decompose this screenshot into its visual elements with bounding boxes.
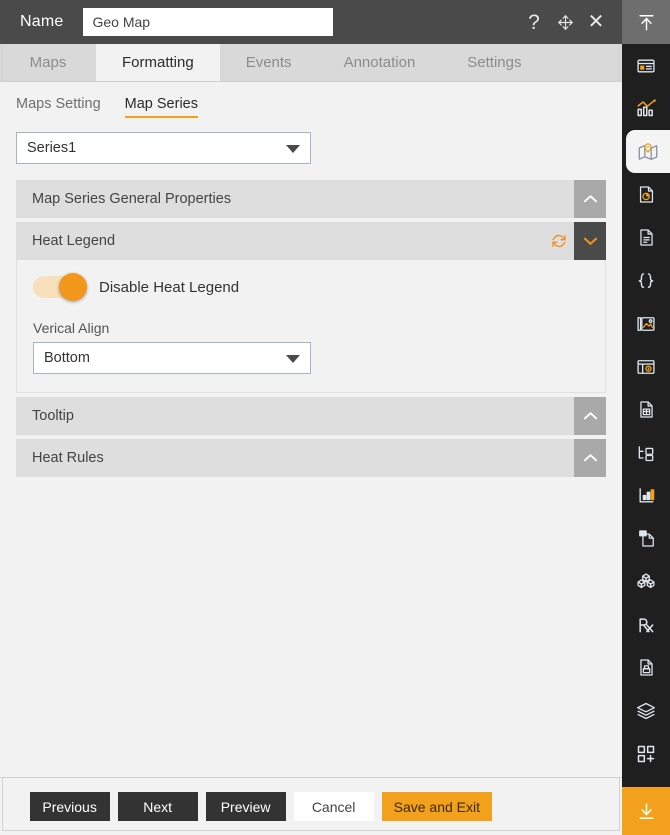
chevron-up-icon[interactable] [574, 397, 606, 435]
sidebar-item-bar-chart[interactable] [622, 474, 670, 517]
tab-maps[interactable]: Maps [0, 44, 96, 81]
accordion-title: Heat Legend [32, 233, 116, 249]
dialog-body: Maps Setting Map Series Series1 Map Seri… [0, 82, 622, 777]
caret-down-icon [286, 355, 300, 363]
sidebar-item-download[interactable] [622, 787, 670, 835]
accordion-heat-rules: Heat Rules [16, 439, 606, 477]
sidebar-item-image-gallery[interactable] [622, 302, 670, 345]
previous-button[interactable]: Previous [29, 792, 110, 821]
sidebar-item-pie-report[interactable] [622, 173, 670, 216]
dialog-titlebar: Name ? ✕ [0, 0, 622, 44]
tab-events[interactable]: Events [219, 44, 318, 81]
chevron-down-icon[interactable] [574, 222, 606, 260]
disable-heat-legend-label: Disable Heat Legend [99, 278, 240, 296]
tab-formatting[interactable]: Formatting [96, 44, 220, 81]
app-root: Name ? ✕ Maps Formatting Events Annotati… [0, 0, 670, 835]
accordion-title: Tooltip [32, 408, 74, 424]
accordion-title: Heat Rules [32, 450, 104, 466]
accordion-list: Map Series General Properties Heat Legen… [0, 164, 622, 477]
sidebar-item-card-layout[interactable] [622, 44, 670, 87]
sub-tabs: Maps Setting Map Series [0, 82, 622, 118]
accordion-header[interactable]: Map Series General Properties [16, 180, 606, 218]
preview-button[interactable]: Preview [205, 792, 286, 821]
sidebar-item-grid-document[interactable] [622, 388, 670, 431]
tab-filler [547, 44, 622, 81]
geo-map-dialog: Name ? ✕ Maps Formatting Events Annotati… [0, 0, 622, 835]
cancel-button[interactable]: Cancel [293, 792, 374, 821]
accordion-tools [574, 397, 606, 435]
accordion-tools [544, 222, 606, 260]
sidebar-item-save-document[interactable] [622, 646, 670, 689]
name-input[interactable] [83, 8, 334, 36]
heat-legend-panel: Disable Heat Legend Verical Align Bottom [16, 260, 606, 393]
sidebar-item-prescription-rx[interactable] [622, 603, 670, 646]
series-select-wrap: Series1 [0, 118, 622, 164]
toggle-knob [59, 273, 87, 301]
accordion-header[interactable]: Heat Rules [16, 439, 606, 477]
sidebar-item-dashboard-panel[interactable] [622, 345, 670, 388]
titlebar-actions: ? ✕ [524, 12, 610, 33]
close-icon[interactable]: ✕ [586, 12, 606, 32]
accordion-tools [574, 180, 606, 218]
sidebar-item-map-pin[interactable] [626, 130, 670, 173]
sidebar-item-add-widget[interactable] [622, 732, 670, 775]
chevron-up-icon[interactable] [574, 180, 606, 218]
tab-settings[interactable]: Settings [441, 44, 548, 81]
help-icon[interactable]: ? [524, 12, 544, 33]
chevron-up-icon[interactable] [574, 439, 606, 477]
series-select-value: Series1 [27, 140, 77, 156]
dialog-footer: Previous Next Preview Cancel Save and Ex… [0, 777, 622, 835]
refresh-icon[interactable] [544, 222, 574, 260]
tab-annotation[interactable]: Annotation [317, 44, 442, 81]
accordion-tooltip: Tooltip [16, 397, 606, 435]
accordion-header[interactable]: Tooltip [16, 397, 606, 435]
next-button[interactable]: Next [117, 792, 198, 821]
accordion-header[interactable]: Heat Legend [16, 222, 606, 260]
vertical-align-select[interactable]: Bottom [33, 342, 311, 374]
accordion-title: Map Series General Properties [32, 191, 232, 207]
sidebar-item-analytics-chart[interactable] [622, 87, 670, 130]
vertical-align-label: Verical Align [33, 320, 110, 336]
sidebar-item-layers[interactable] [622, 689, 670, 732]
subtab-map-series[interactable]: Map Series [124, 96, 198, 118]
main-tabs: Maps Formatting Events Annotation Settin… [0, 44, 622, 82]
accordion-heat-legend: Heat Legend Disable Heat Legend Verical … [16, 222, 606, 393]
save-and-exit-button[interactable]: Save and Exit [381, 792, 492, 821]
accordion-map-series-general-properties: Map Series General Properties [16, 180, 606, 218]
subtab-maps-setting[interactable]: Maps Setting [16, 96, 101, 119]
sidebar-item-document[interactable] [622, 216, 670, 259]
disable-heat-legend-row: Disable Heat Legend [33, 273, 589, 301]
vertical-align-value: Bottom [44, 350, 90, 366]
caret-down-icon [286, 145, 300, 153]
move-arrows-icon[interactable] [555, 12, 575, 32]
sidebar-item-copy-page[interactable] [622, 517, 670, 560]
accordion-tools [574, 439, 606, 477]
disable-heat-legend-toggle[interactable] [33, 273, 87, 301]
sidebar-item-braces-code[interactable] [622, 259, 670, 302]
series-select[interactable]: Series1 [16, 132, 311, 164]
name-label: Name [20, 13, 64, 30]
sidebar-item-tree-structure[interactable] [622, 431, 670, 474]
sidebar-item-collapse-up[interactable] [622, 0, 670, 44]
right-sidebar [622, 0, 670, 835]
sidebar-item-cubes[interactable] [622, 560, 670, 603]
